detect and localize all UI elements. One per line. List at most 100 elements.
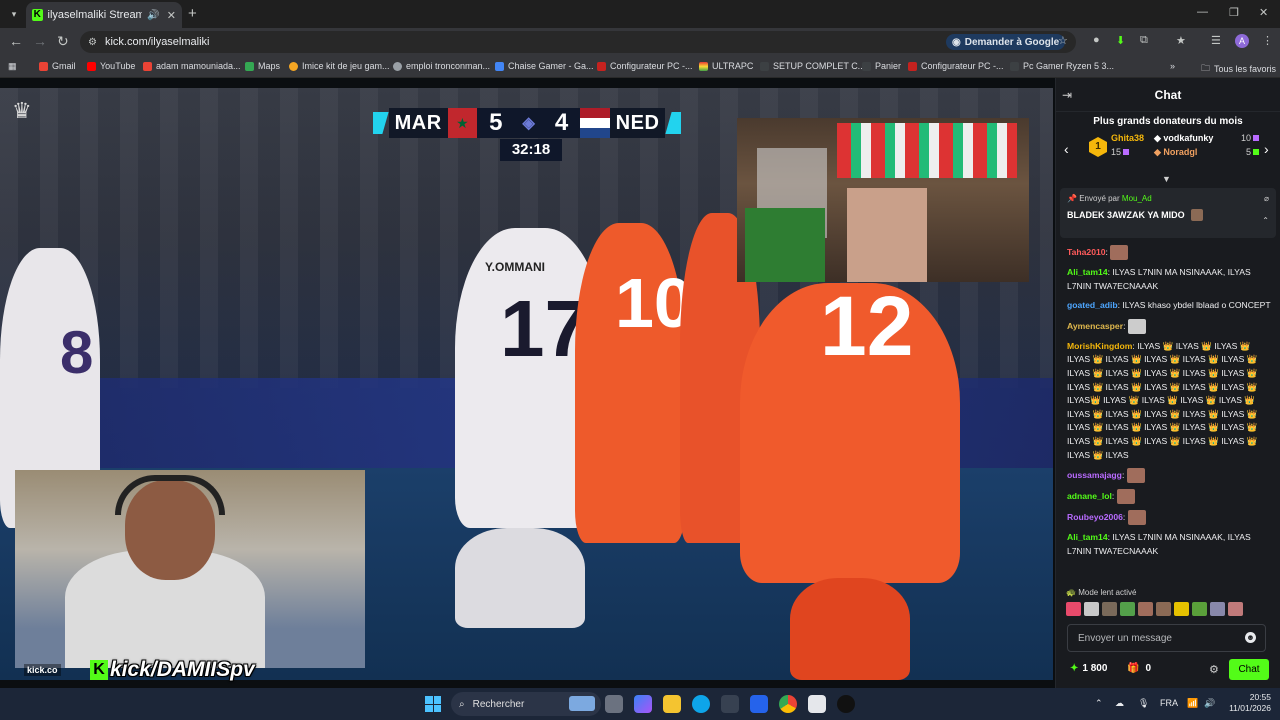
address-bar[interactable]: ⚙ kick.com/ilyaselmaliki bbox=[80, 31, 1076, 53]
minimize-icon[interactable]: — bbox=[1197, 6, 1208, 18]
ultrapc-icon bbox=[699, 61, 708, 71]
all-bookmarks[interactable]: 🗀 Tous les favoris bbox=[1201, 61, 1276, 77]
store-icon[interactable] bbox=[721, 695, 739, 713]
chrome-icon[interactable] bbox=[779, 695, 797, 713]
chevron-right-icon[interactable]: › bbox=[1264, 141, 1269, 157]
donor-name-1[interactable]: Ghita38 bbox=[1111, 133, 1144, 143]
volume-icon[interactable]: 🔊 bbox=[1204, 698, 1215, 709]
emote-lol-icon[interactable] bbox=[1174, 602, 1189, 616]
chat-username[interactable]: adnane_lol bbox=[1067, 491, 1112, 501]
bookmark-chaise[interactable]: Chaise Gamer - Ga... bbox=[495, 61, 594, 71]
apps-icon[interactable]: ▦ bbox=[8, 61, 17, 72]
bookmark-adam[interactable]: adam mamouniada... bbox=[143, 61, 241, 71]
profile-avatar[interactable]: A bbox=[1235, 34, 1249, 48]
bookmark-pc-gamer[interactable]: Pc Gamer Ryzen 5 3... bbox=[1010, 61, 1114, 71]
bookmark-setup[interactable]: SETUP COMPLET C... bbox=[760, 61, 865, 71]
emote-dance-icon[interactable] bbox=[1102, 602, 1117, 616]
tray-overflow-icon[interactable]: ⌃ bbox=[1095, 698, 1103, 709]
unpin-icon[interactable]: ⌀ bbox=[1264, 194, 1269, 203]
facecam-bottom bbox=[15, 470, 365, 668]
favorites-icon[interactable]: ★ bbox=[1176, 34, 1186, 47]
wifi-icon[interactable]: 📶 bbox=[1187, 698, 1198, 709]
emote-heart-icon[interactable] bbox=[1066, 602, 1081, 616]
bookmark-youtube[interactable]: YouTube bbox=[87, 61, 135, 71]
tab-strip: ▾ K ilyaselmaliki Stream - Watch 🔊 ✕ + —… bbox=[0, 0, 1280, 28]
emote-hand-icon[interactable] bbox=[1084, 602, 1099, 616]
gmail-icon bbox=[143, 61, 152, 71]
bookmark-maps[interactable]: Maps bbox=[245, 61, 280, 71]
emote-pepe-icon[interactable] bbox=[1120, 602, 1135, 616]
copilot-icon[interactable] bbox=[634, 695, 652, 713]
close-window-icon[interactable]: ✕ bbox=[1259, 6, 1268, 19]
collapse-chat-icon[interactable]: ⇥ bbox=[1062, 88, 1072, 102]
kick-handle-text: kick/DAMIISpv bbox=[110, 658, 255, 681]
chat-username[interactable]: Taha2010 bbox=[1067, 247, 1106, 257]
bookmark-panier[interactable]: Panier bbox=[862, 61, 901, 71]
menu-kebab-icon[interactable]: ⋮ bbox=[1262, 34, 1273, 47]
bookmark-configurateur-2[interactable]: Configurateur PC -... bbox=[908, 61, 1004, 71]
chat-username[interactable]: Roubeyo2006 bbox=[1067, 512, 1123, 522]
chat-settings-icon[interactable]: ⚙ bbox=[1209, 663, 1219, 676]
send-chat-button[interactable]: Chat bbox=[1229, 659, 1269, 680]
back-icon[interactable]: ← bbox=[9, 33, 23, 49]
active-tab[interactable]: K ilyaselmaliki Stream - Watch 🔊 ✕ bbox=[26, 2, 182, 28]
chat-username[interactable]: oussamajagg bbox=[1067, 470, 1122, 480]
forward-icon[interactable]: → bbox=[33, 33, 47, 49]
bookmark-emploi[interactable]: emploi tronconman... bbox=[393, 61, 490, 71]
chat-username[interactable]: Ali_tam14 bbox=[1067, 267, 1108, 277]
emoji-picker-icon[interactable]: ☻ bbox=[1245, 632, 1256, 643]
gift-subs[interactable]: 🎁 0 bbox=[1127, 663, 1151, 674]
capcut-icon[interactable] bbox=[808, 695, 826, 713]
expand-donors-icon[interactable]: ▼ bbox=[1162, 174, 1171, 184]
pinned-by-user[interactable]: Mou_Ad bbox=[1122, 194, 1152, 203]
bookmark-imice[interactable]: Imice kit de jeu gam... bbox=[289, 61, 390, 71]
chat-username[interactable]: goated_adib bbox=[1067, 300, 1118, 310]
file-explorer-icon[interactable] bbox=[663, 695, 681, 713]
onedrive-icon[interactable]: ☁ bbox=[1115, 698, 1124, 709]
taskbar-clock[interactable]: 20:55 11/01/2026 bbox=[1225, 692, 1271, 714]
new-tab-icon[interactable]: + bbox=[188, 5, 197, 22]
edge-icon[interactable] bbox=[692, 695, 710, 713]
chat-username[interactable]: MorishKingdom bbox=[1067, 341, 1132, 351]
donor-name-3[interactable]: ◆ Noradgl bbox=[1154, 147, 1197, 158]
site-info-icon[interactable]: ⚙ bbox=[88, 37, 97, 48]
app-icon[interactable] bbox=[837, 695, 855, 713]
start-icon[interactable] bbox=[425, 696, 441, 712]
close-tab-icon[interactable]: ✕ bbox=[167, 9, 176, 22]
cart-icon bbox=[862, 61, 871, 71]
channel-points[interactable]: ✦ 1 800 bbox=[1070, 663, 1107, 674]
bookmark-star-icon[interactable]: ☆ bbox=[1058, 34, 1068, 47]
media-icon[interactable]: ☰ bbox=[1211, 34, 1221, 47]
language-indicator[interactable]: FRA bbox=[1160, 698, 1178, 708]
download-icon[interactable]: ⬇ bbox=[1116, 34, 1125, 47]
reload-icon[interactable]: ↻ bbox=[57, 33, 69, 50]
extension-dot-icon[interactable]: ● bbox=[1093, 34, 1100, 46]
extensions-icon[interactable]: ⧉ bbox=[1140, 34, 1148, 47]
pinned-by-label: Envoyé par bbox=[1079, 194, 1120, 203]
maximize-icon[interactable]: ❐ bbox=[1229, 6, 1239, 19]
emote-face3-icon[interactable] bbox=[1228, 602, 1243, 616]
taskbar-search[interactable]: ⌕ Rechercher bbox=[451, 692, 601, 716]
emote-person-icon[interactable] bbox=[1210, 602, 1225, 616]
emote-face-icon[interactable] bbox=[1138, 602, 1153, 616]
outlook-icon[interactable] bbox=[750, 695, 768, 713]
bookmarks-overflow-icon[interactable]: » bbox=[1170, 61, 1175, 71]
audio-icon[interactable]: 🔊 bbox=[147, 10, 159, 21]
emote-face2-icon[interactable] bbox=[1156, 602, 1171, 616]
chevron-left-icon[interactable]: ‹ bbox=[1064, 141, 1069, 157]
team-home: MAR bbox=[388, 108, 448, 138]
emote-chart-icon[interactable] bbox=[1192, 602, 1207, 616]
chevron-up-icon[interactable]: ⌃ bbox=[1262, 216, 1269, 225]
donors-title: Plus grands donateurs du mois bbox=[1093, 116, 1243, 127]
ask-google-button[interactable]: ◉ Demander à Google bbox=[946, 34, 1066, 50]
bookmark-configurateur-1[interactable]: Configurateur PC -... bbox=[597, 61, 693, 71]
bookmark-gmail[interactable]: Gmail bbox=[39, 61, 76, 71]
tab-search-icon[interactable]: ▾ bbox=[4, 5, 24, 23]
chat-message-input[interactable]: Envoyer un message ☻ bbox=[1067, 624, 1266, 652]
donor-name-2[interactable]: ◆ vodkafunky bbox=[1154, 133, 1213, 144]
chat-username[interactable]: Aymencasper bbox=[1067, 321, 1123, 331]
task-view-icon[interactable] bbox=[605, 695, 623, 713]
microphone-icon[interactable]: 🎙 bbox=[1138, 698, 1149, 709]
bookmark-ultrapc[interactable]: ULTRAPC bbox=[699, 61, 753, 71]
chat-username[interactable]: Ali_tam14 bbox=[1067, 532, 1108, 542]
